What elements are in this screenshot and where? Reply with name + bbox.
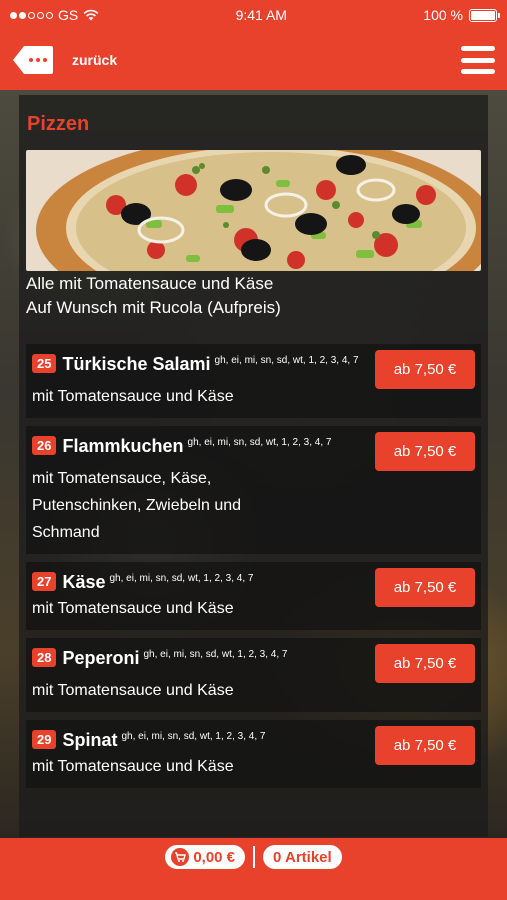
item-name: Käse	[62, 572, 106, 592]
item-allergens: gh, ei, mi, sn, sd, wt, 1, 2, 3, 4, 7	[109, 573, 254, 584]
back-arrow-icon	[13, 46, 53, 74]
menu-item[interactable]: 25 Türkische Salami gh, ei, mi, sn, sd, wt…	[26, 344, 481, 418]
cart-total: 0,00 €	[193, 848, 236, 866]
description-line-2: Auf Wunsch mit Rucola (Aufpreis)	[26, 298, 281, 317]
status-bar: GS 9:41 AM 100 %	[0, 0, 507, 30]
price-button[interactable]: ab 7,50 €	[375, 350, 475, 389]
cart-summary[interactable]: 0,00 € 0 Artikel	[165, 845, 342, 869]
cart-total-pill[interactable]: 0,00 €	[165, 845, 246, 869]
item-number-badge: 29	[32, 730, 57, 749]
pizza-image	[26, 150, 481, 271]
top-bar: GS 9:41 AM 100 % zurück	[0, 0, 507, 90]
cart-separator	[253, 846, 256, 868]
cart-bar: 0,00 € 0 Artikel	[0, 838, 507, 900]
price-button[interactable]: ab 7,50 €	[375, 568, 475, 607]
signal-icon	[10, 11, 53, 19]
section-description: Alle mit Tomatensauce und Käse Auf Wunsc…	[26, 272, 481, 320]
item-allergens: gh, ei, mi, sn, sd, wt, 1, 2, 3, 4, 7	[214, 355, 359, 366]
menu-content: Pizzen Alle mit Tomatensauce und Käse Au…	[19, 95, 488, 837]
price-button[interactable]: ab 7,50 €	[375, 432, 475, 471]
section-title: Pizzen	[27, 113, 90, 135]
cart-articles: 0 Artikel	[273, 848, 332, 866]
item-allergens: gh, ei, mi, sn, sd, wt, 1, 2, 3, 4, 7	[143, 649, 288, 660]
item-name: Peperoni	[62, 648, 140, 668]
item-name: Türkische Salami	[62, 354, 211, 374]
status-left: GS	[10, 7, 99, 23]
back-button[interactable]: zurück	[12, 45, 117, 75]
menu-item[interactable]: 26 Flammkuchen gh, ei, mi, sn, sd, wt, 1, …	[26, 426, 481, 554]
cart-articles-pill[interactable]: 0 Artikel	[263, 845, 342, 869]
item-number-badge: 25	[32, 354, 57, 373]
item-description: mit Tomatensauce, Käse, Putenschinken, Z…	[32, 470, 242, 541]
item-allergens: gh, ei, mi, sn, sd, wt, 1, 2, 3, 4, 7	[187, 437, 332, 448]
item-name: Flammkuchen	[62, 436, 184, 456]
carrier-label: GS	[58, 7, 79, 23]
item-allergens: gh, ei, mi, sn, sd, wt, 1, 2, 3, 4, 7	[121, 731, 266, 742]
item-name: Spinat	[62, 730, 118, 750]
battery-icon	[469, 8, 500, 22]
price-button[interactable]: ab 7,50 €	[375, 644, 475, 683]
description-line-1: Alle mit Tomatensauce und Käse	[26, 274, 274, 293]
menu-item[interactable]: 29 Spinat gh, ei, mi, sn, sd, wt, 1, 2, 3,…	[26, 720, 481, 788]
status-right: 100 %	[423, 7, 500, 23]
battery-label: 100 %	[423, 7, 463, 23]
item-number-badge: 26	[32, 436, 57, 455]
menu-item-list: 25 Türkische Salami gh, ei, mi, sn, sd, wt…	[26, 344, 481, 788]
price-button[interactable]: ab 7,50 €	[375, 726, 475, 765]
item-number-badge: 27	[32, 572, 57, 591]
menu-item[interactable]: 27 Käse gh, ei, mi, sn, sd, wt, 1, 2, 3, 4…	[26, 562, 481, 630]
menu-item[interactable]: 28 Peperoni gh, ei, mi, sn, sd, wt, 1, 2, …	[26, 638, 481, 712]
cart-icon	[171, 848, 190, 866]
status-time: 9:41 AM	[235, 7, 287, 23]
nav-bar: zurück	[0, 30, 507, 90]
item-number-badge: 28	[32, 648, 57, 667]
wifi-icon	[83, 9, 99, 21]
back-label: zurück	[72, 52, 118, 68]
hamburger-menu-icon[interactable]	[461, 46, 495, 74]
